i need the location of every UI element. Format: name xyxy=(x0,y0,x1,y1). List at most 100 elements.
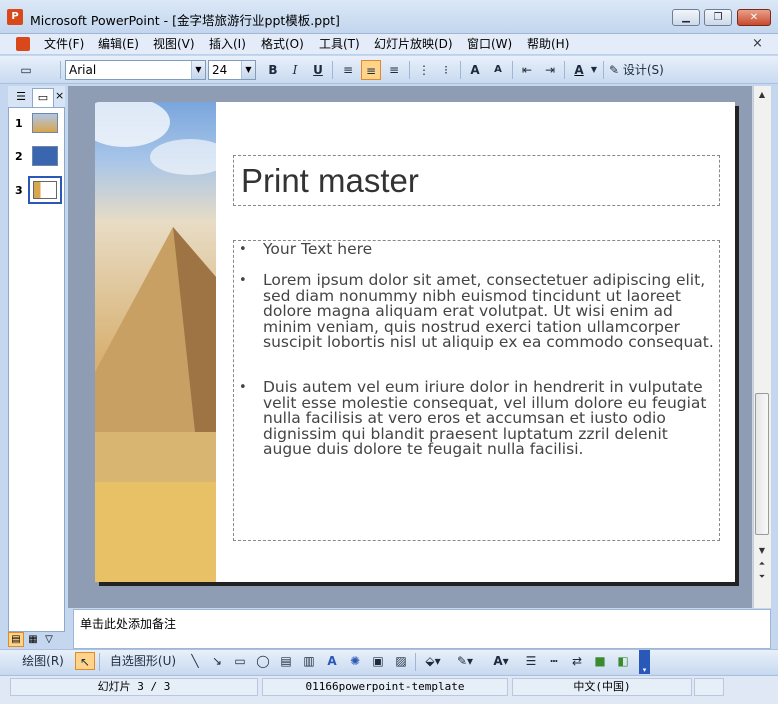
line-color-icon[interactable]: ✎▾ xyxy=(452,652,478,670)
select-pointer-icon[interactable]: ↖ xyxy=(75,652,95,670)
draw-menu-button[interactable]: 绘图(R) xyxy=(14,652,72,670)
slide-thumbnail-1[interactable] xyxy=(32,113,58,133)
close-button[interactable]: ✕ xyxy=(737,9,771,26)
design-button[interactable]: ✎ 设计(S) xyxy=(609,60,673,80)
toolbar-separator xyxy=(564,61,565,79)
slide-title: Print master xyxy=(241,162,419,199)
close-document-icon[interactable]: × xyxy=(752,36,763,51)
menu-view[interactable]: 视图(V) xyxy=(149,36,199,53)
design-label: 设计(S) xyxy=(622,63,664,77)
close-panel-icon[interactable]: × xyxy=(55,89,64,102)
slide-sorter-icon[interactable]: ▦ xyxy=(26,632,40,647)
dash-style-icon[interactable]: ┅ xyxy=(545,652,563,670)
toolbar-separator xyxy=(99,653,100,671)
decrease-indent-icon[interactable]: ⇤ xyxy=(517,60,537,80)
template-name: 01166powerpoint-template xyxy=(262,678,508,696)
bullet-item: • Lorem ipsum dolor sit amet, consectetue… xyxy=(239,271,715,351)
bullet-dot-icon: • xyxy=(239,273,247,288)
notes-pane[interactable]: 单击此处添加备注 xyxy=(73,609,771,649)
line-style-icon[interactable]: ☰ xyxy=(522,652,540,670)
align-center-icon[interactable]: ≡ xyxy=(361,60,381,80)
scroll-up-icon[interactable]: ▲ xyxy=(755,88,769,102)
toolbar-separator xyxy=(415,653,416,671)
diagram-icon[interactable]: ✺ xyxy=(346,652,364,670)
slide-thumbnail-2[interactable] xyxy=(32,146,58,166)
scroll-down-icon[interactable]: ▼ xyxy=(755,544,769,558)
font-name-value: Arial xyxy=(69,63,97,77)
italic-button[interactable]: I xyxy=(285,60,305,80)
bullet-text: Lorem ipsum dolor sit amet, consectetuer… xyxy=(263,271,714,351)
bullet-text: Duis autem vel eum iriure dolor in hendr… xyxy=(263,378,707,458)
toolbar-options-icon[interactable]: ▾ xyxy=(639,650,650,674)
toolbar-separator xyxy=(460,61,461,79)
increase-indent-icon[interactable]: ⇥ xyxy=(540,60,560,80)
slides-tab-icon[interactable]: ▭ xyxy=(32,88,54,107)
previous-slide-icon[interactable]: ⏶ xyxy=(755,557,769,571)
menu-insert[interactable]: 插入(I) xyxy=(205,36,250,53)
font-size-select[interactable]: 24 ▼ xyxy=(208,60,256,80)
menu-edit[interactable]: 编辑(E) xyxy=(94,36,143,53)
fill-color-icon[interactable]: ⬙▾ xyxy=(420,652,446,670)
outline-tab-icon[interactable]: ☰ xyxy=(12,88,30,106)
window-title: Microsoft PowerPoint - [金字塔旅游行业ppt模板.ppt… xyxy=(30,13,340,28)
bullet-dot-icon: • xyxy=(239,242,247,257)
picture-icon[interactable]: ▨ xyxy=(392,652,410,670)
align-left-icon[interactable]: ≡ xyxy=(338,60,358,80)
arrow-tool-icon[interactable]: ↘ xyxy=(208,652,226,670)
line-tool-icon[interactable]: ╲ xyxy=(186,652,204,670)
next-slide-icon[interactable]: ⏷ xyxy=(755,570,769,584)
shadow-style-icon[interactable]: ■ xyxy=(591,652,609,670)
slideshow-view-icon[interactable]: ▽ xyxy=(42,632,56,647)
arrow-style-icon[interactable]: ⇄ xyxy=(568,652,586,670)
align-right-icon[interactable]: ≡ xyxy=(384,60,404,80)
pyramid-image xyxy=(95,102,216,582)
3d-style-icon[interactable]: ◧ xyxy=(614,652,632,670)
decrease-font-size-icon[interactable]: A xyxy=(488,60,508,80)
chevron-down-icon[interactable]: ▼ xyxy=(589,60,599,80)
menu-window[interactable]: 窗口(W) xyxy=(463,36,516,53)
bullet-item: • Duis autem vel eum iriure dolor in hend… xyxy=(239,378,715,458)
vertical-textbox-icon[interactable]: ▥ xyxy=(300,652,318,670)
increase-font-size-icon[interactable]: A xyxy=(465,60,485,80)
menu-tools[interactable]: 工具(T) xyxy=(315,36,364,53)
thumbnail-number: 1 xyxy=(15,117,23,130)
chevron-down-icon[interactable]: ▼ xyxy=(241,61,255,79)
toolbar-separator xyxy=(332,61,333,79)
textbox-tool-icon[interactable]: ▤ xyxy=(277,652,295,670)
slide-canvas[interactable]: Print master • Your Text here • Lorem ipsu… xyxy=(95,102,735,582)
rectangle-tool-icon[interactable]: ▭ xyxy=(231,652,249,670)
font-name-select[interactable]: Arial ▼ xyxy=(65,60,206,80)
language-indicator: 中文(中国) xyxy=(512,678,692,696)
autoshapes-menu-button[interactable]: 自选图形(U) xyxy=(103,652,183,670)
wordart-icon[interactable]: A xyxy=(323,652,341,670)
numbered-list-icon[interactable]: ⋮ xyxy=(414,60,434,80)
menu-help[interactable]: 帮助(H) xyxy=(523,36,573,53)
clipart-icon[interactable]: ▣ xyxy=(369,652,387,670)
minimize-button[interactable]: ▁ xyxy=(672,9,700,26)
bold-button[interactable]: B xyxy=(263,60,283,80)
font-size-value: 24 xyxy=(212,63,228,77)
restore-button[interactable]: ❐ xyxy=(704,9,732,26)
notes-placeholder: 单击此处添加备注 xyxy=(80,617,177,631)
oval-tool-icon[interactable]: ◯ xyxy=(254,652,272,670)
new-document-icon[interactable]: ▭ xyxy=(16,60,36,80)
chevron-down-icon[interactable]: ▼ xyxy=(191,61,205,79)
underline-button[interactable]: U xyxy=(308,60,328,80)
menu-file[interactable]: 文件(F) xyxy=(40,36,88,53)
slides-outline-panel xyxy=(8,86,65,632)
draw-font-color-icon[interactable]: A▾ xyxy=(488,652,514,670)
font-color-button[interactable]: A xyxy=(569,60,589,80)
menu-format[interactable]: 格式(O) xyxy=(257,36,308,53)
bullet-dot-icon: • xyxy=(239,380,247,395)
slide-thumbnail-3-selected[interactable] xyxy=(28,176,62,204)
menu-slideshow[interactable]: 幻灯片放映(D) xyxy=(370,36,457,53)
bullet-list-icon[interactable]: ⁝ xyxy=(436,60,456,80)
toolbar-separator xyxy=(60,61,61,79)
scroll-thumb[interactable] xyxy=(755,393,769,535)
slide-counter: 幻灯片 3 / 3 xyxy=(10,678,258,696)
toolbar-separator xyxy=(512,61,513,79)
slide-thumbnail-3-preview xyxy=(33,181,57,199)
normal-view-icon[interactable]: ▤ xyxy=(8,632,24,647)
document-icon[interactable] xyxy=(16,37,30,51)
powerpoint-app-icon[interactable]: P xyxy=(7,9,23,25)
